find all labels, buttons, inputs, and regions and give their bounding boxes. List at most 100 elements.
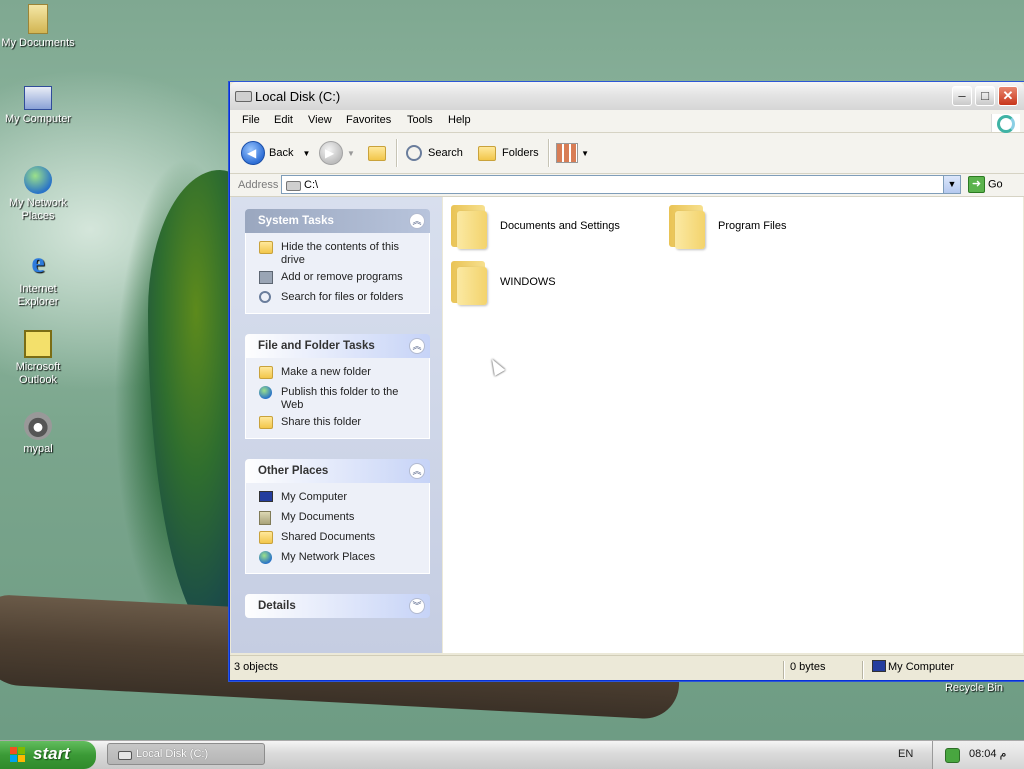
search-button[interactable]: Search xyxy=(406,141,463,165)
folders-button[interactable]: Folders xyxy=(478,141,539,165)
folders-icon xyxy=(478,145,496,161)
menu-edit[interactable]: Edit xyxy=(274,114,293,126)
panel-header[interactable]: Details ︾ xyxy=(245,594,430,618)
folder-icon[interactable] xyxy=(451,261,487,305)
search-icon xyxy=(259,291,271,303)
minimize-button[interactable]: – xyxy=(952,86,972,106)
shared-documents-icon xyxy=(259,531,273,544)
chevron-up-icon[interactable]: ︽ xyxy=(409,213,425,229)
panel-other-places: Other Places ︽ My Computer My Documents … xyxy=(245,459,430,574)
status-location: My Computer xyxy=(888,661,955,673)
windows-logo-icon xyxy=(991,114,1020,133)
task-label: Make a new folder xyxy=(281,366,371,378)
panel-header[interactable]: File and Folder Tasks ︽ xyxy=(245,334,430,358)
address-input[interactable]: C:\ ▼ xyxy=(281,175,961,194)
desktop-icon-label: My Network Places xyxy=(8,197,68,222)
close-button[interactable]: ✕ xyxy=(998,86,1018,106)
desktop-icon-network-places[interactable]: My Network Places xyxy=(0,166,76,223)
panel-body: Make a new folder Publish this folder to… xyxy=(245,358,430,439)
mypal-icon xyxy=(24,412,52,440)
internet-explorer-icon: e xyxy=(31,246,45,279)
place-label: My Computer xyxy=(281,491,348,503)
clock[interactable]: م 08:04 xyxy=(969,747,1006,760)
task-search-files[interactable]: Search for files or folders xyxy=(246,289,429,309)
panel-header[interactable]: Other Places ︽ xyxy=(245,459,430,483)
desktop-icon-label: My Documents xyxy=(1,37,75,49)
my-computer-icon xyxy=(872,660,886,672)
drive-icon xyxy=(118,751,132,760)
place-network-places[interactable]: My Network Places xyxy=(246,549,429,569)
start-button[interactable]: start xyxy=(0,741,96,769)
desktop-icon-my-computer[interactable]: My Computer xyxy=(0,86,76,126)
new-folder-icon xyxy=(259,366,273,379)
my-computer-icon xyxy=(24,86,52,110)
folder-icon[interactable] xyxy=(669,205,705,249)
chevron-down-icon: ▼ xyxy=(347,149,355,158)
menu-favorites[interactable]: Favorites xyxy=(346,114,391,126)
system-tray: م 08:04 xyxy=(932,741,1024,769)
place-label: Shared Documents xyxy=(281,531,376,543)
network-places-icon xyxy=(24,166,52,194)
search-label: Search xyxy=(428,147,463,159)
up-folder-button[interactable] xyxy=(368,141,386,165)
desktop-icon-recycle-bin[interactable]: Recycle Bin xyxy=(936,682,1012,695)
panel-title: Other Places xyxy=(258,465,329,477)
toolbar: ◀ Back ▼ ▶ ▼ Search Folders ▼ xyxy=(230,133,1024,174)
taskbar-item-local-disk[interactable]: Local Disk (C:) xyxy=(107,743,265,765)
desktop-icon-internet-explorer[interactable]: e Internet Explorer xyxy=(0,248,76,309)
title-bar[interactable]: Local Disk (C:) – □ ✕ xyxy=(230,82,1024,111)
taskbar: start Local Disk (C:) EN م 08:04 xyxy=(0,740,1024,769)
go-label: Go xyxy=(988,178,1003,191)
windows-flag-icon xyxy=(10,747,26,763)
network-places-icon xyxy=(259,551,272,564)
menu-help[interactable]: Help xyxy=(448,114,471,126)
language-indicator[interactable]: EN xyxy=(898,748,913,760)
window-title: Local Disk (C:) xyxy=(255,89,341,104)
folder-documents-and-settings[interactable]: Documents and Settings xyxy=(500,220,620,232)
views-button[interactable]: ▼ xyxy=(556,141,589,165)
folder-program-files[interactable]: Program Files xyxy=(718,220,786,232)
go-button[interactable]: ➜ Go xyxy=(968,176,1003,193)
desktop-icon-outlook[interactable]: Microsoft Outlook xyxy=(0,330,76,387)
maximize-button[interactable]: □ xyxy=(975,86,995,106)
start-label: start xyxy=(33,744,70,763)
place-my-documents[interactable]: My Documents xyxy=(246,509,429,529)
status-separator xyxy=(862,661,864,679)
file-list: Documents and Settings Program Files WIN… xyxy=(443,197,1023,653)
task-share-folder[interactable]: Share this folder xyxy=(246,414,429,434)
status-object-count: 3 objects xyxy=(234,661,279,673)
taskbar-item-label: Local Disk (C:) xyxy=(136,748,209,760)
chevron-down-icon[interactable]: ▼ xyxy=(303,149,311,158)
chevron-up-icon[interactable]: ︽ xyxy=(409,463,425,479)
address-value: C:\ xyxy=(304,179,319,191)
back-button[interactable]: ◀ Back ▼ xyxy=(241,141,311,166)
desktop-icon-my-documents[interactable]: My Documents xyxy=(0,4,76,50)
place-my-computer[interactable]: My Computer xyxy=(246,489,429,509)
panel-details: Details ︾ xyxy=(245,594,430,618)
my-documents-icon xyxy=(28,4,48,34)
task-hide-contents[interactable]: Hide the contents of this drive xyxy=(246,239,429,269)
chevron-down-icon[interactable]: ︾ xyxy=(409,598,425,614)
chevron-down-icon[interactable]: ▼ xyxy=(581,149,589,158)
desktop-icon-mypal[interactable]: mypal xyxy=(0,412,76,456)
address-label: Address xyxy=(238,179,279,191)
task-new-folder[interactable]: Make a new folder xyxy=(246,364,429,384)
forward-button[interactable]: ▶ ▼ xyxy=(319,141,355,166)
chevron-up-icon[interactable]: ︽ xyxy=(409,338,425,354)
task-label: Publish this folder to the Web xyxy=(281,386,399,411)
task-publish-web[interactable]: Publish this folder to the Web xyxy=(246,384,429,414)
address-dropdown-button[interactable]: ▼ xyxy=(943,176,960,193)
panel-header[interactable]: System Tasks ︽ xyxy=(245,209,430,233)
menu-tools[interactable]: Tools xyxy=(407,114,433,126)
menu-file[interactable]: File xyxy=(242,114,260,126)
menu-bar: File Edit View Favorites Tools Help xyxy=(230,110,1024,133)
folder-icon[interactable] xyxy=(451,205,487,249)
task-add-remove-programs[interactable]: Add or remove programs xyxy=(246,269,429,289)
toolbar-separator xyxy=(396,139,398,167)
place-shared-documents[interactable]: Shared Documents xyxy=(246,529,429,549)
desktop-icon-label: mypal xyxy=(23,443,53,455)
network-icon[interactable] xyxy=(945,748,960,763)
folder-windows[interactable]: WINDOWS xyxy=(500,276,556,288)
menu-view[interactable]: View xyxy=(308,114,332,126)
task-pane: System Tasks ︽ Hide the contents of this… xyxy=(231,197,442,653)
